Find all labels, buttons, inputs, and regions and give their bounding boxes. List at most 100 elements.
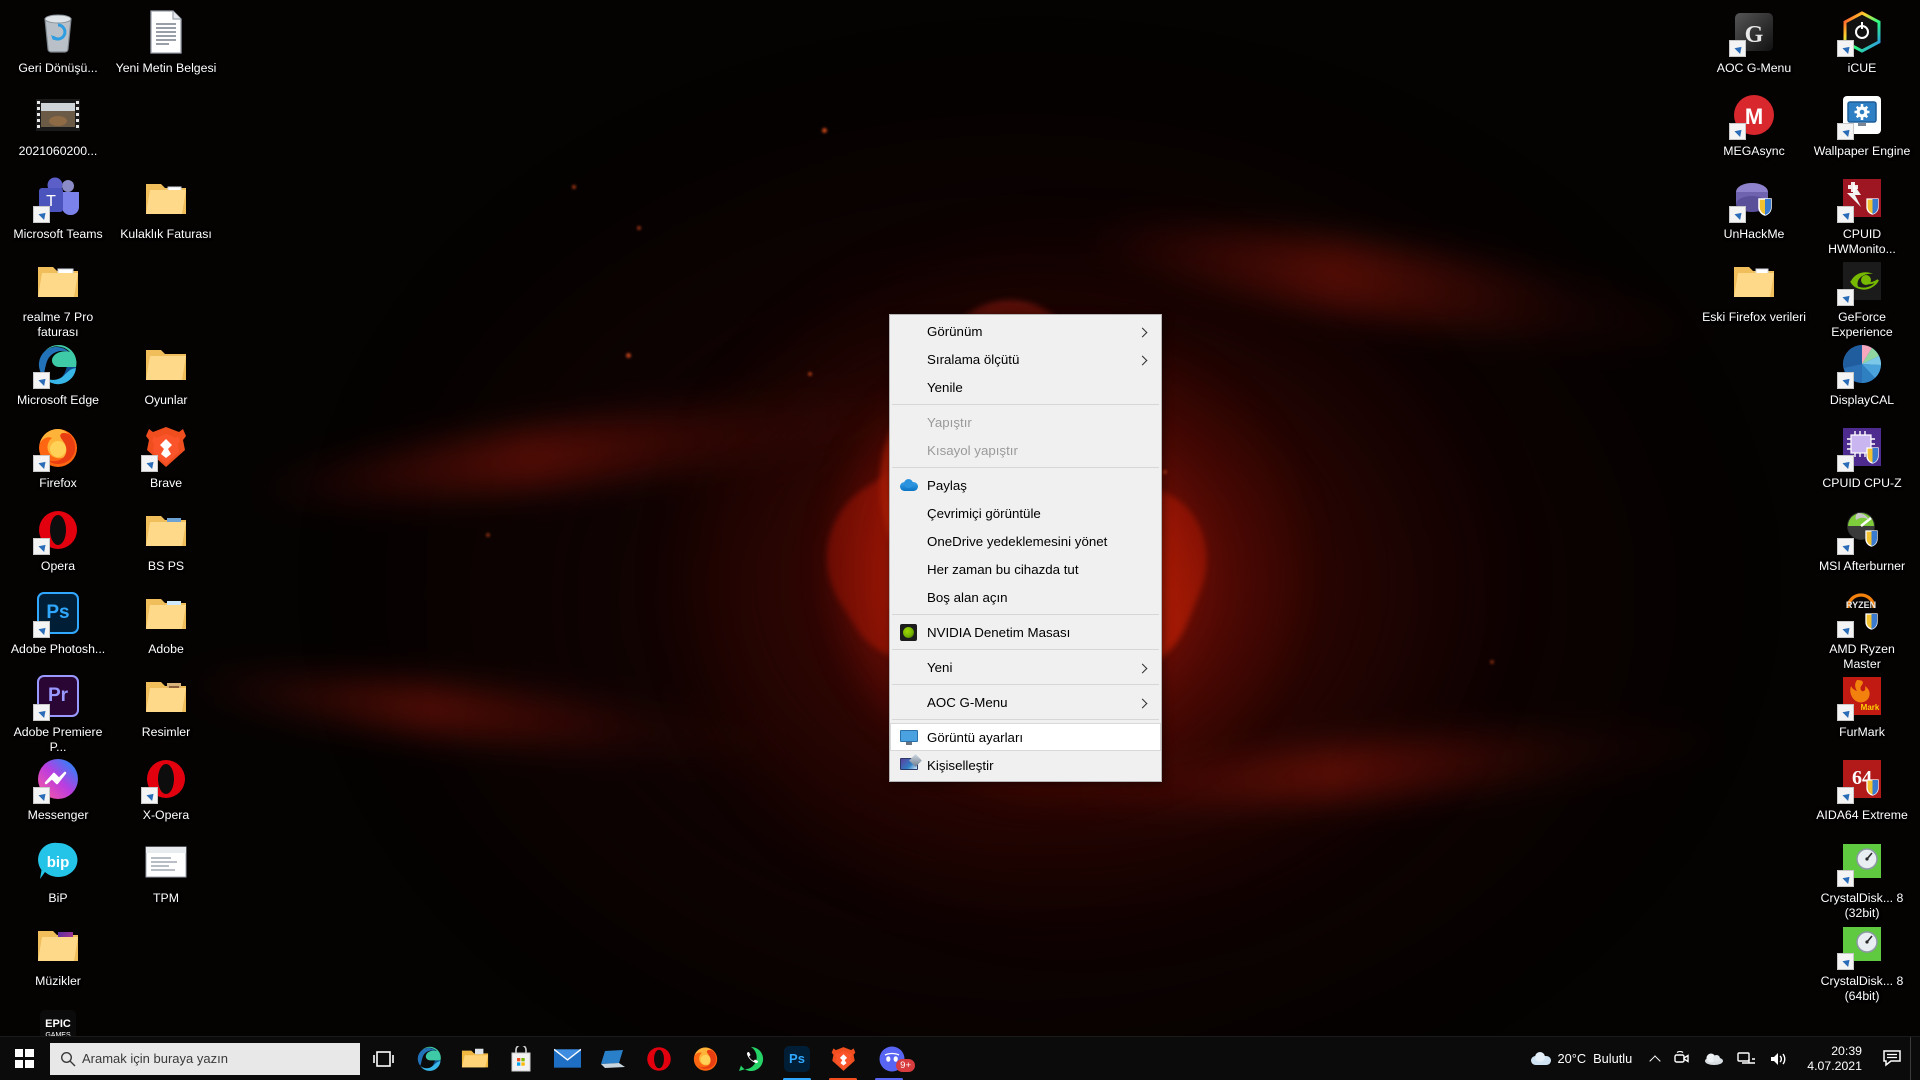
windows-logo-icon: [14, 1049, 34, 1068]
desktop-icon-tpm[interactable]: TPM: [112, 832, 220, 920]
desktop-icon-oyunlar[interactable]: Oyunlar: [112, 334, 220, 422]
desktop-icon-eski-firefox-verileri[interactable]: Eski Firefox verileri: [1700, 251, 1808, 339]
search-input[interactable]: Aramak için buraya yazın: [50, 1042, 360, 1075]
taskbar[interactable]: Aramak için buraya yazın Ps 9+ 20°C Bulu…: [0, 1036, 1920, 1080]
taskbar-app-photoshop[interactable]: Ps: [774, 1037, 820, 1080]
desktop-icon-cpuid-cpu-z[interactable]: CPUID CPU-Z: [1808, 417, 1916, 505]
desktop-icon-opera[interactable]: Opera: [4, 500, 112, 588]
desktop-icon-unhackme[interactable]: UnHackMe: [1700, 168, 1808, 256]
desktop-icon-geforce-experience[interactable]: GeForce Experience: [1808, 251, 1916, 339]
context-menu-item-yeni[interactable]: Yeni: [890, 653, 1161, 681]
desktop-icon-bip[interactable]: bip BiP: [4, 832, 112, 920]
taskbar-app-microsoft-edge[interactable]: [406, 1037, 452, 1080]
megasync-icon: M: [1729, 91, 1778, 140]
desktop-icon-label: FurMark: [1839, 725, 1885, 739]
menu-separator: [892, 614, 1159, 615]
desktop-icon-aoc-g-menu[interactable]: G AOC G-Menu: [1700, 2, 1808, 90]
context-menu-item-onedrive-yedeklemesini-yonet[interactable]: OneDrive yedeklemesini yönet: [890, 527, 1161, 555]
desktop-icon-firefox[interactable]: Firefox: [4, 417, 112, 505]
start-button[interactable]: [0, 1037, 48, 1080]
desktop-icon-video-file[interactable]: 2021060200...: [4, 85, 112, 173]
taskbar-app-whatsapp[interactable]: [728, 1037, 774, 1080]
taskbar-app-firefox[interactable]: [682, 1037, 728, 1080]
desktop-icon-microsoft-edge[interactable]: Microsoft Edge: [4, 334, 112, 422]
show-desktop-button[interactable]: [1910, 1036, 1918, 1080]
folder-music-icon: ♪: [34, 921, 82, 969]
context-menu-item-yenile[interactable]: Yenile: [890, 373, 1161, 401]
context-menu-item-her-zaman-bu-cihazda-tut[interactable]: Her zaman bu cihazda tut: [890, 555, 1161, 583]
desktop-icon-messenger[interactable]: Messenger: [4, 749, 112, 837]
tray-icon-onedrive[interactable]: [1697, 1037, 1730, 1080]
tray-weather-widget[interactable]: 20°C Bulutlu: [1521, 1037, 1645, 1080]
desktop-icon-adobe-premiere[interactable]: Pr Adobe Premiere P...: [4, 666, 112, 754]
tray-icon-volume[interactable]: [1762, 1037, 1795, 1080]
folder-icon: [142, 174, 190, 222]
taskbar-app-discord[interactable]: 9+: [866, 1037, 918, 1080]
taskbar-app-remote-desktop[interactable]: [590, 1037, 636, 1080]
crystaldiskinfo-icon: [1837, 921, 1886, 970]
desktop-icon-crystaldiskinfo-32[interactable]: CrystalDisk... 8 (32bit): [1808, 832, 1916, 920]
tray-show-hidden-icons-button[interactable]: [1644, 1037, 1666, 1080]
tray-icon-webcam[interactable]: [1666, 1037, 1697, 1080]
taskbar-app-mail[interactable]: [544, 1037, 590, 1080]
menu-item-icon-slot: [890, 584, 927, 610]
context-menu-item-cevrimici-goruntule[interactable]: Çevrimiçi görüntüle: [890, 499, 1161, 527]
desktop-icon-label: Oyunlar: [144, 393, 188, 407]
chevron-right-icon: [1131, 694, 1153, 710]
taskbar-app-opera[interactable]: [636, 1037, 682, 1080]
desktop-icon-resimler[interactable]: Resimler: [112, 666, 220, 754]
window-file-icon: [142, 838, 190, 886]
desktop-icon-microsoft-teams[interactable]: T Microsoft Teams: [4, 168, 112, 256]
action-center-button[interactable]: [1874, 1037, 1910, 1080]
desktop-icon-brave[interactable]: Brave: [112, 417, 220, 505]
desktop-icon-cpuid-hwmonitor[interactable]: CPUID HWMonito...: [1808, 168, 1916, 256]
tray-clock[interactable]: 20:39 4.07.2021: [1795, 1037, 1874, 1080]
desktop-icon-msi-afterburner[interactable]: MSI Afterburner: [1808, 500, 1916, 588]
desktop-icon-adobe-folder[interactable]: Ps Adobe: [112, 583, 220, 671]
tray-icon-network[interactable]: [1730, 1037, 1762, 1080]
desktop-icon-muzikler[interactable]: ♪ Müzikler: [4, 915, 112, 1003]
desktop-icon-amd-ryzen-master[interactable]: RYZEN AMD Ryzen Master: [1808, 583, 1916, 671]
desktop-icon-label: 2021060200...: [18, 144, 98, 158]
context-menu-item-siralama-olcutu[interactable]: Sıralama ölçütü: [890, 345, 1161, 373]
msi-afterburner-icon: [1837, 506, 1886, 555]
taskbar-app-microsoft-store[interactable]: [498, 1037, 544, 1080]
desktop-icon-geri-donusum[interactable]: Geri Dönüşü...: [4, 2, 112, 90]
desktop-icon-furmark[interactable]: Mark FurMark: [1808, 666, 1916, 754]
messenger-icon: [33, 755, 82, 804]
context-menu-item-nvidia-denetim-masasi[interactable]: NVIDIA Denetim Masası: [890, 618, 1161, 646]
desktop-icon-bs-ps[interactable]: BS PS: [112, 500, 220, 588]
context-menu-item-gorunum[interactable]: Görünüm: [890, 317, 1161, 345]
desktop-icon-crystaldiskinfo-64[interactable]: CrystalDisk... 8 (64bit): [1808, 915, 1916, 1003]
taskbar-app-brave[interactable]: [820, 1037, 866, 1080]
folder-icon: [142, 506, 190, 554]
desktop-icon-yeni-metin-belgesi[interactable]: Yeni Metin Belgesi: [112, 2, 220, 90]
desktop-icon-label: Brave: [149, 476, 183, 490]
desktop-icon-kulaklik-faturasi[interactable]: Kulaklık Faturası: [112, 168, 220, 256]
svg-text:M: M: [1745, 104, 1763, 129]
desktop-icon-adobe-photoshop[interactable]: Ps Adobe Photosh...: [4, 583, 112, 671]
context-menu-item-kisisellestir[interactable]: Kişiselleştir: [890, 751, 1161, 779]
firefox-icon: [33, 423, 82, 472]
desktop-icon-wallpaper-engine[interactable]: Wallpaper Engine: [1808, 85, 1916, 173]
video-file-icon: [34, 91, 82, 139]
desktop-icon-icue[interactable]: iCUE: [1808, 2, 1916, 90]
menu-item-icon-slot: [890, 689, 927, 715]
context-menu-item-bos-alan-acin[interactable]: Boş alan açın: [890, 583, 1161, 611]
desktop-context-menu[interactable]: Görünüm Sıralama ölçütü Yenile Yapıştır …: [889, 314, 1162, 782]
desktop-icon-x-opera[interactable]: X-Opera: [112, 749, 220, 837]
desktop[interactable]: Geri Dönüşü... Yeni Metin Belgesi 202106…: [0, 0, 1920, 1080]
aoc-gmenu-icon: G: [1729, 8, 1778, 57]
svg-text:EPIC: EPIC: [45, 1018, 71, 1030]
desktop-icon-displaycal[interactable]: DisplayCAL: [1808, 334, 1916, 422]
task-view-button[interactable]: [360, 1037, 406, 1080]
desktop-icon-realme-faturasi[interactable]: PDF realme 7 Pro faturası: [4, 251, 112, 339]
taskbar-app-file-explorer[interactable]: [452, 1037, 498, 1080]
system-tray[interactable]: 20°C Bulutlu 20:39 4.07.2021: [1521, 1036, 1920, 1080]
context-menu-item-paylas[interactable]: Paylaş: [890, 471, 1161, 499]
desktop-icon-megasync[interactable]: M MEGAsync: [1700, 85, 1808, 173]
desktop-icon-label: BiP: [48, 891, 68, 905]
context-menu-item-aoc-g-menu[interactable]: AOC G-Menu: [890, 688, 1161, 716]
context-menu-item-goruntu-ayarlari[interactable]: Görüntü ayarları: [890, 723, 1161, 751]
desktop-icon-aida64-extreme[interactable]: 64 AIDA64 Extreme: [1808, 749, 1916, 837]
